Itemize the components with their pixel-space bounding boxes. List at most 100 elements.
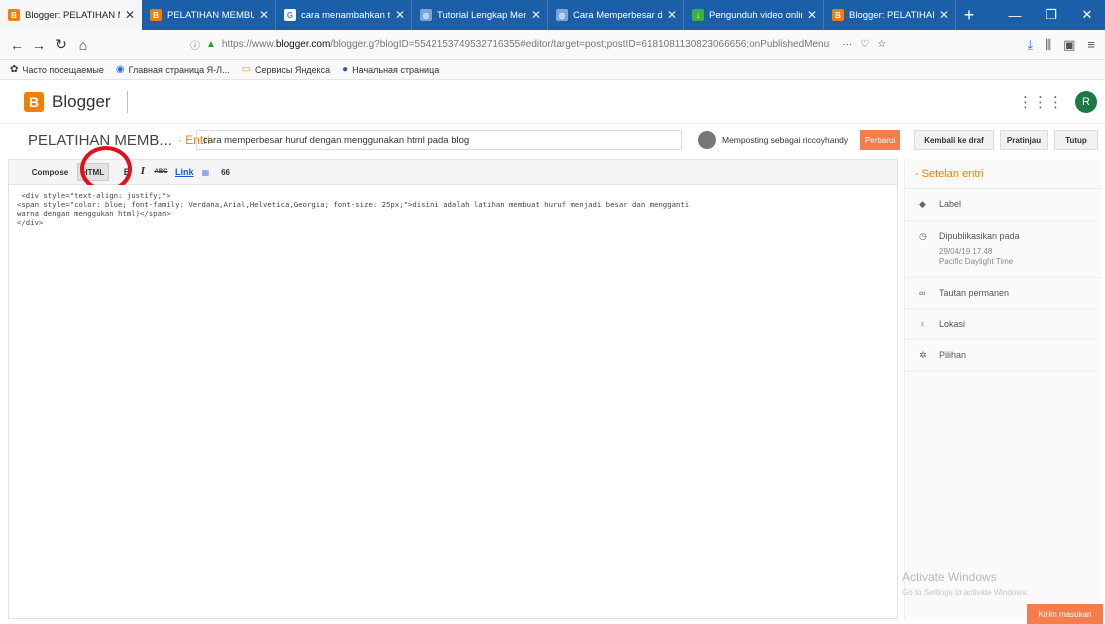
italic-button[interactable]: I xyxy=(137,163,149,181)
lock-icon: ▲ xyxy=(206,39,216,50)
image-icon[interactable]: ▦ xyxy=(200,163,212,181)
bookmark-item[interactable]: ✿ Часто посещаемые xyxy=(10,64,104,75)
link-button[interactable]: Link xyxy=(175,163,194,181)
settings-options-text: Pilihan xyxy=(939,350,967,360)
avatar[interactable]: R xyxy=(1075,90,1097,113)
new-tab-icon[interactable]: + xyxy=(956,0,982,30)
library-icon[interactable]: ⫼ xyxy=(1045,37,1051,53)
code-line: <span style="color: blue; font-family: V… xyxy=(17,200,690,209)
tab-blogger-2[interactable]: B Blogger: PELATIHAN M ✕ xyxy=(824,0,956,30)
tab-pelatihan[interactable]: B PELATIHAN MEMBUAT ✕ xyxy=(142,0,276,30)
google-icon: G xyxy=(284,9,296,21)
tab-title: Cara Memperbesar dan xyxy=(573,9,662,21)
tab-blogger-active[interactable]: B Blogger: PELATIHAN M ✕ xyxy=(0,0,142,30)
settings-location-item[interactable]: ♀ Lokasi xyxy=(905,309,1101,340)
blogger-icon: B xyxy=(8,9,20,21)
post-title-input[interactable]: cara memperbesar huruf dengan menggunaka… xyxy=(196,130,682,150)
bookmark-label: Сервисы Яндекса xyxy=(255,64,331,75)
link-icon: ∞ xyxy=(919,288,926,298)
published-date: 29/04/19 17.48 xyxy=(939,247,993,256)
close-icon[interactable]: ✕ xyxy=(807,8,817,22)
post-title-row: PELATIHAN MEMB... · Entri cara memperbes… xyxy=(0,124,1105,156)
update-button[interactable]: Perbarui xyxy=(860,130,900,150)
close-window-icon[interactable]: ✕ xyxy=(1069,0,1105,30)
compose-mode-button[interactable]: Compose xyxy=(27,163,73,181)
tab-tutorial[interactable]: ◍ Tutorial Lengkap Memb ✕ xyxy=(412,0,548,30)
activate-windows-title: Activate Windows xyxy=(902,570,997,584)
settings-permalink-text: Tautan permanen xyxy=(939,288,1010,298)
restore-icon[interactable]: ❐ xyxy=(1033,0,1069,30)
download-icon: ↓ xyxy=(692,9,704,21)
post-settings-title[interactable]: - Setelan entri xyxy=(905,159,1101,189)
settings-label-text: Label xyxy=(939,199,962,209)
close-icon[interactable]: ✕ xyxy=(259,8,269,22)
more-icon[interactable]: ··· xyxy=(842,39,852,50)
close-icon[interactable]: ✕ xyxy=(395,8,405,22)
html-code-editor[interactable]: <div style="text-align: justify;"> <span… xyxy=(8,185,898,619)
quote-button[interactable]: 66 xyxy=(220,163,232,181)
tab-google-search[interactable]: G cara menambahkan te ✕ xyxy=(276,0,412,30)
download-icon[interactable]: ⤓ xyxy=(1027,37,1033,53)
author-avatar xyxy=(698,131,716,149)
tab-cara-memperbesar[interactable]: ◍ Cara Memperbesar dan ✕ xyxy=(548,0,684,30)
back-icon[interactable]: ← xyxy=(6,34,28,56)
url-prefix: https://www. xyxy=(221,39,276,50)
close-icon[interactable]: ✕ xyxy=(667,8,677,22)
pocket-icon[interactable]: ♡ xyxy=(860,39,869,50)
tag-icon: ◆ xyxy=(919,199,926,209)
toolbar-icons: ⤓ ⫼ ▣ ≡ xyxy=(1027,37,1095,53)
start-icon: ● xyxy=(342,64,349,75)
clock-icon: ◷ xyxy=(919,231,927,241)
bookmark-item[interactable]: ▭ Сервисы Яндекса xyxy=(242,64,331,75)
url-domain: blogger.com xyxy=(275,39,331,50)
tab-video-downloader[interactable]: ↓ Pengunduh video online ✕ xyxy=(684,0,824,30)
bookmarks-bar: ✿ Часто посещаемые ◉ Главная страница Я-… xyxy=(0,60,1105,80)
globe-icon: ◍ xyxy=(556,9,568,21)
globe-icon: ◉ xyxy=(115,64,125,75)
close-button[interactable]: Tutup xyxy=(1054,130,1098,150)
code-line: </div> xyxy=(17,218,44,227)
gear-icon: ✲ xyxy=(919,350,927,360)
apps-grid-icon[interactable]: ⋮⋮⋮ xyxy=(1018,93,1063,111)
editor-toolbar: Compose HTML B I ABC Link ▦ 66 xyxy=(8,159,898,185)
forward-icon[interactable]: → xyxy=(28,34,50,56)
bookmark-label: Часто посещаемые xyxy=(22,64,104,75)
close-icon[interactable]: ✕ xyxy=(531,8,541,22)
code-line: <div style="text-align: justify;"> xyxy=(17,191,171,200)
posting-as: Memposting sebagai riccoyhandy xyxy=(698,131,848,149)
bookmark-label: Начальная страница xyxy=(352,64,440,75)
tab-title: cara menambahkan te xyxy=(301,9,390,21)
send-feedback-button[interactable]: Kirim masukan xyxy=(1027,604,1103,624)
minimize-icon[interactable]: — xyxy=(997,0,1033,30)
location-pin-icon: ♀ xyxy=(919,319,926,329)
bookmark-item[interactable]: ◉ Главная страница Я-Л... xyxy=(116,64,230,75)
reload-icon[interactable]: ↻ xyxy=(50,34,72,56)
blogger-logo-icon[interactable]: B xyxy=(24,91,44,112)
blogger-icon: B xyxy=(150,9,162,21)
header-divider xyxy=(126,90,128,113)
settings-location-text: Lokasi xyxy=(939,319,966,329)
activate-windows-subtitle: Go to Settings to activate Windows. xyxy=(902,588,1029,597)
info-icon[interactable]: ⓘ xyxy=(190,37,200,52)
home-icon[interactable]: ⌂ xyxy=(72,34,94,56)
bookmark-label: Главная страница Я-Л... xyxy=(128,64,230,75)
bookmark-item[interactable]: ● Начальная страница xyxy=(342,64,439,75)
posting-as-label: Memposting sebagai riccoyhandy xyxy=(722,135,849,145)
settings-published-item[interactable]: ◷ Dipublikasikan pada 29/04/19 17.48 Pac… xyxy=(905,221,1101,278)
revert-to-draft-button[interactable]: Kembali ke draf xyxy=(914,130,994,150)
sidebar-icon[interactable]: ▣ xyxy=(1063,37,1075,53)
star-icon[interactable]: ☆ xyxy=(877,39,886,50)
browser-tab-strip: B Blogger: PELATIHAN M ✕ B PELATIHAN MEM… xyxy=(0,0,1105,30)
address-bar[interactable]: ⓘ ▲ https://www. blogger.com /blogger.g?… xyxy=(190,34,920,56)
menu-icon[interactable]: ≡ xyxy=(1087,37,1095,53)
settings-published-text: Dipublikasikan pada xyxy=(939,231,1020,241)
close-icon[interactable]: ✕ xyxy=(939,8,949,22)
close-icon[interactable]: ✕ xyxy=(125,8,135,22)
navigation-bar: ← → ↻ ⌂ ⓘ ▲ https://www. blogger.com /bl… xyxy=(0,30,1105,60)
settings-label-item[interactable]: ◆ Label xyxy=(905,189,1101,221)
folder-icon: ▭ xyxy=(241,64,252,75)
preview-button[interactable]: Pratinjau xyxy=(1000,130,1048,150)
settings-options-item[interactable]: ✲ Pilihan xyxy=(905,340,1101,372)
strikethrough-button[interactable]: ABC xyxy=(153,163,169,181)
settings-permalink-item[interactable]: ∞ Tautan permanen xyxy=(905,278,1101,309)
